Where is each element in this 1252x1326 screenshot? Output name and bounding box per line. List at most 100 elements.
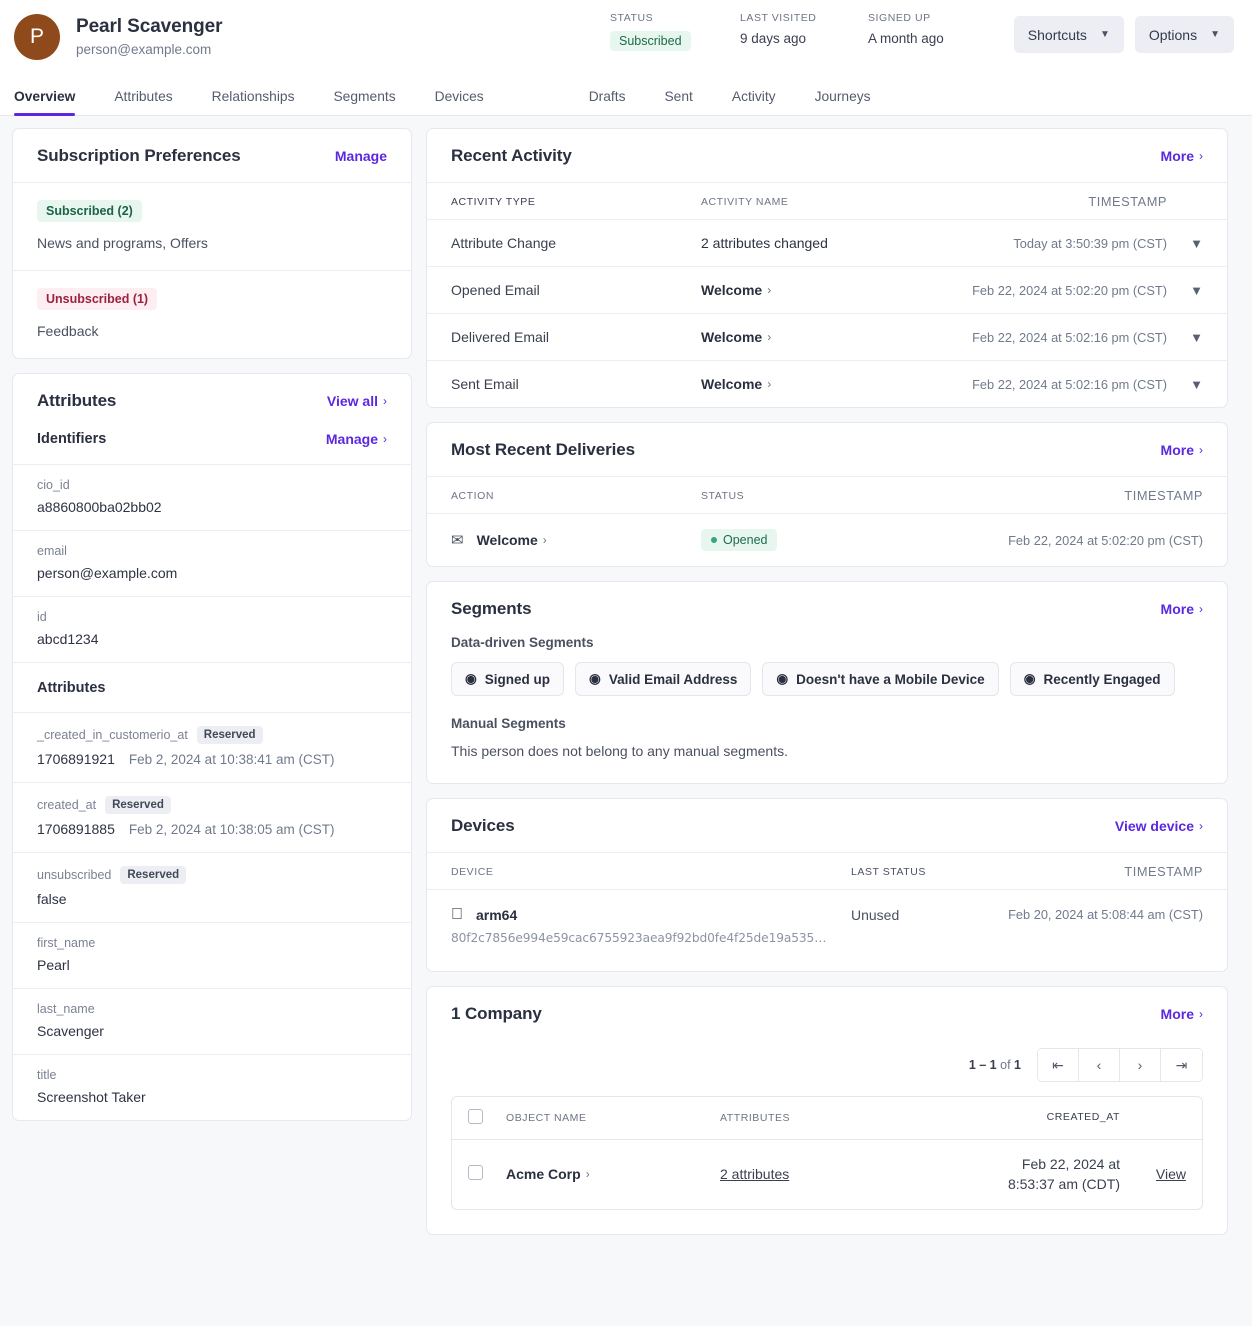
object-name-link[interactable]: Acme Corp › — [506, 1166, 590, 1182]
attribute-key: _created_in_customerio_at Reserved — [37, 726, 387, 744]
object-name-cell: Acme Corp › — [506, 1166, 720, 1182]
attribute-value-text: Pearl — [37, 957, 70, 973]
identifier-value-text: a8860800ba02bb02 — [37, 499, 162, 515]
delivery-name-link[interactable]: Welcome › — [477, 532, 547, 548]
options-button[interactable]: Options ▼ — [1134, 16, 1234, 53]
manage-subscriptions-link[interactable]: Manage — [335, 148, 387, 164]
company-table: OBJECT NAME ATTRIBUTES CREATED_AT Acme C… — [451, 1096, 1203, 1210]
company-more-link[interactable]: More › — [1161, 1006, 1203, 1022]
chevron-right-icon: › — [585, 1167, 590, 1182]
subscription-preferences-header: Subscription Preferences Manage — [13, 129, 411, 182]
activity-name-link[interactable]: Welcome › — [701, 376, 771, 392]
segments-header: Segments More › — [427, 582, 1227, 635]
unsubscribed-topics: Feedback — [37, 323, 99, 339]
company-more-label: More — [1160, 1006, 1194, 1022]
device-timestamp: Feb 20, 2024 at 5:08:44 am (CST) — [1008, 907, 1203, 922]
attribute-key-label: _created_in_customerio_at — [37, 728, 188, 742]
tab-journeys[interactable]: Journeys — [815, 89, 871, 115]
segment-chip[interactable]: ◉ Signed up — [451, 662, 565, 696]
identifier-key: email — [37, 544, 387, 558]
last-page-button[interactable]: ⇥ — [1161, 1049, 1202, 1081]
expand-row-chevron-down-icon[interactable]: ▼ — [1167, 377, 1203, 392]
activity-name-link[interactable]: Welcome › — [701, 282, 771, 298]
header-meta-group: STATUS Subscribed LAST VISITED 9 days ag… — [610, 12, 998, 51]
deliveries-more-link[interactable]: More › — [1161, 442, 1203, 458]
table-row[interactable]: Delivered Email Welcome › Feb 22, 2024 a… — [427, 313, 1227, 360]
tab-relationships[interactable]: Relationships — [212, 89, 295, 115]
chevron-right-icon: › — [767, 330, 772, 344]
attribute-value-text: Screenshot Taker — [37, 1089, 146, 1105]
table-row[interactable]: Opened Email Welcome › Feb 22, 2024 at 5… — [427, 266, 1227, 313]
activity-name-text: Welcome — [701, 329, 763, 345]
tab-segments-label: Segments — [333, 89, 396, 104]
tab-sent[interactable]: Sent — [664, 89, 692, 115]
subscription-preferences-title: Subscription Preferences — [37, 146, 241, 165]
tab-attributes[interactable]: Attributes — [114, 89, 172, 115]
tab-segments[interactable]: Segments — [333, 89, 395, 115]
segment-icon: ◉ — [776, 671, 789, 686]
attribute-row: created_at Reserved 1706891885 Feb 2, 20… — [13, 782, 411, 852]
identifier-value: person@example.com — [37, 565, 387, 581]
row-checkbox[interactable] — [468, 1165, 483, 1181]
column-attributes: ATTRIBUTES — [720, 1112, 791, 1124]
object-name-text: Acme Corp — [506, 1166, 581, 1183]
view-object-link[interactable]: View — [1156, 1166, 1186, 1182]
attribute-key: unsubscribed Reserved — [37, 866, 387, 884]
identifier-key-label: cio_id — [37, 478, 70, 492]
table-row[interactable]: Acme Corp › 2 attributes Feb 22, 2024 at… — [452, 1140, 1202, 1209]
manual-segments-empty-note: This person does not belong to any manua… — [451, 743, 788, 759]
tab-overview-label: Overview — [14, 89, 76, 104]
object-attributes-cell: 2 attributes — [720, 1166, 1000, 1182]
activity-name: Welcome › — [701, 376, 897, 392]
table-row[interactable]: Attribute Change 2 attributes changed To… — [427, 219, 1227, 266]
activity-type: Opened Email — [451, 282, 540, 298]
tab-relationships-label: Relationships — [211, 89, 295, 104]
activity-name-link[interactable]: Welcome › — [701, 329, 771, 345]
chevron-right-icon: › — [767, 283, 772, 297]
chevron-right-icon: › — [383, 432, 387, 446]
shortcuts-button[interactable]: Shortcuts ▼ — [1013, 16, 1124, 53]
manage-identifiers-link[interactable]: Manage › — [326, 431, 387, 447]
expand-row-chevron-down-icon[interactable]: ▼ — [1167, 236, 1203, 251]
segment-chip[interactable]: ◉ Valid Email Address — [575, 662, 752, 696]
attribute-value-text: false — [37, 891, 67, 907]
segment-chip-label: Recently Engaged — [1043, 671, 1161, 687]
segment-chip[interactable]: ◉ Recently Engaged — [1009, 662, 1175, 696]
view-device-link[interactable]: View device › — [1115, 818, 1203, 834]
table-row[interactable]:  arm64 80f2c7856e994e59cac6755923aea9f9… — [427, 889, 1227, 971]
segment-chip-label: Doesn't have a Mobile Device — [796, 671, 985, 687]
view-all-attributes-link[interactable]: View all › — [327, 393, 387, 409]
select-all-checkbox[interactable] — [468, 1109, 483, 1124]
column-activity-type: ACTIVITY TYPE — [451, 195, 536, 208]
activity-timestamp: Today at 3:50:39 pm (CST) — [1013, 235, 1167, 251]
identifier-key: id — [37, 610, 387, 624]
status-badge: Subscribed — [610, 31, 691, 51]
object-attributes-link[interactable]: 2 attributes — [720, 1166, 789, 1182]
first-page-button[interactable]: ⇤ — [1038, 1049, 1079, 1081]
segment-chip[interactable]: ◉ Doesn't have a Mobile Device — [762, 662, 999, 696]
segments-more-link[interactable]: More › — [1161, 601, 1203, 617]
tab-devices[interactable]: Devices — [435, 89, 484, 115]
view-all-label: View all — [326, 393, 378, 409]
attribute-key: title — [37, 1068, 387, 1082]
attribute-key-label: unsubscribed — [37, 868, 112, 882]
recent-activity-more-link[interactable]: More › — [1161, 148, 1203, 164]
pagination-buttons: ⇤ ‹ › ⇥ — [1037, 1048, 1203, 1082]
column-activity-name: ACTIVITY NAME — [701, 195, 789, 208]
tab-drafts[interactable]: Drafts — [589, 89, 626, 115]
table-row[interactable]: ✉ Welcome › Opened Feb 22, 2024 at 5:02:… — [427, 513, 1227, 566]
expand-row-chevron-down-icon[interactable]: ▼ — [1167, 283, 1203, 298]
attribute-value: false — [37, 891, 387, 907]
pagination-range: 1 – 1 of 1 — [969, 1058, 1021, 1072]
attribute-value: Scavenger — [37, 1023, 387, 1039]
tab-overview[interactable]: Overview — [14, 89, 76, 116]
segments-more-label: More — [1160, 601, 1194, 617]
next-page-button[interactable]: › — [1120, 1049, 1161, 1081]
expand-row-chevron-down-icon[interactable]: ▼ — [1167, 330, 1203, 345]
identifier-row: email person@example.com — [13, 530, 411, 596]
table-row[interactable]: Sent Email Welcome › Feb 22, 2024 at 5:0… — [427, 360, 1227, 407]
previous-page-button[interactable]: ‹ — [1079, 1049, 1120, 1081]
tab-activity[interactable]: Activity — [732, 89, 776, 115]
attribute-value-formatted: Feb 2, 2024 at 10:38:41 am (CST) — [128, 752, 335, 767]
attribute-key-label: last_name — [37, 1002, 95, 1016]
